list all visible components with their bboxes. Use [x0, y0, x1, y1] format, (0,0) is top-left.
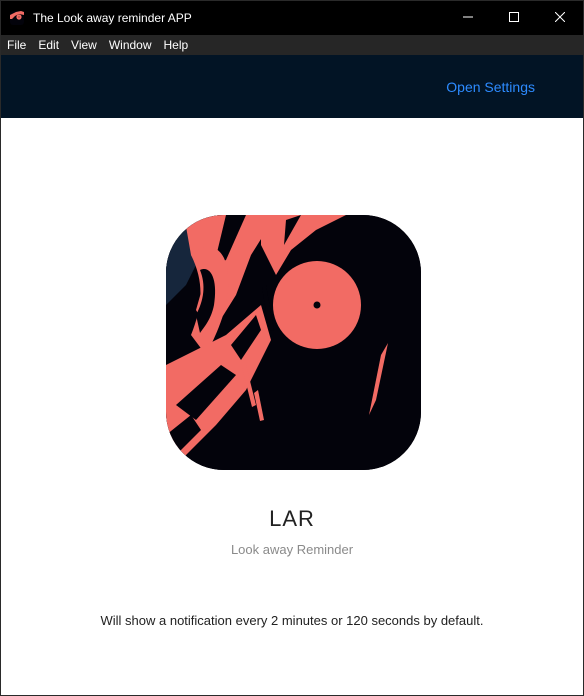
minimize-button[interactable] [445, 1, 491, 35]
title-bar[interactable]: The Look away reminder APP [1, 1, 583, 35]
menu-file[interactable]: File [1, 35, 32, 55]
menu-bar: File Edit View Window Help [1, 35, 583, 55]
window-title: The Look away reminder APP [33, 11, 192, 25]
close-icon [554, 9, 566, 27]
app-description: Will show a notification every 2 minutes… [100, 613, 484, 628]
app-window: The Look away reminder APP File Edit Vie… [0, 0, 584, 696]
main-content: LAR Look away Reminder Will show a notif… [1, 118, 583, 695]
window-controls [445, 1, 583, 35]
menu-help[interactable]: Help [158, 35, 195, 55]
menu-edit[interactable]: Edit [32, 35, 65, 55]
close-button[interactable] [537, 1, 583, 35]
menu-window[interactable]: Window [103, 35, 158, 55]
lar-logo-icon [166, 215, 421, 470]
anime-face-icon [9, 10, 25, 26]
minimize-icon [463, 9, 473, 27]
header-bar: Open Settings [1, 55, 583, 118]
app-subtitle: Look away Reminder [230, 542, 354, 557]
maximize-button[interactable] [491, 1, 537, 35]
app-name: LAR [269, 506, 315, 531]
maximize-icon [509, 9, 519, 27]
open-settings-link[interactable]: Open Settings [446, 79, 535, 95]
menu-view[interactable]: View [65, 35, 103, 55]
